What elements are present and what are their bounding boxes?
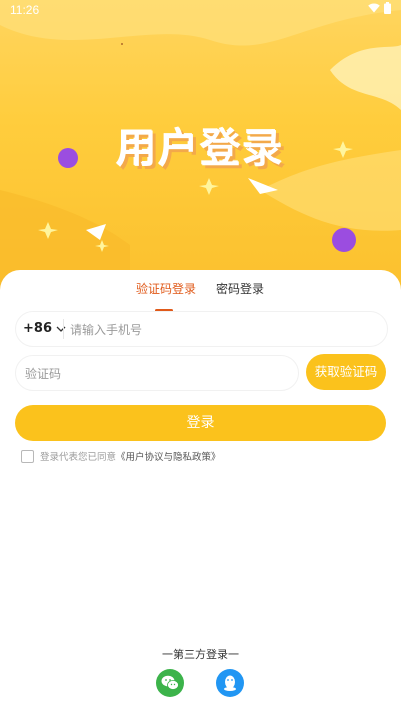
battery-icon	[384, 2, 391, 14]
phone-input-row: +86	[15, 311, 388, 347]
qq-icon	[224, 675, 236, 691]
wechat-icon	[161, 675, 179, 690]
code-input[interactable]	[23, 364, 287, 384]
chevron-down-icon	[56, 326, 66, 332]
get-code-button[interactable]: 获取验证码	[306, 354, 386, 390]
country-code-select[interactable]: +86	[23, 321, 66, 336]
agreement-row: 登录代表您已同意《用户协议与隐私政策》	[21, 449, 221, 463]
qq-login-button[interactable]	[216, 669, 244, 697]
login-tabs: 验证码登录 密码登录	[0, 280, 401, 312]
purple-dot	[332, 228, 356, 252]
divider	[63, 319, 64, 339]
status-bar: 11:26	[0, 0, 401, 22]
hero-banner: 用户登录	[0, 0, 401, 300]
phone-input[interactable]	[68, 320, 372, 340]
agreement-checkbox[interactable]	[21, 449, 34, 463]
hero-title: 用户登录	[116, 126, 285, 172]
agreement-link[interactable]: 《用户协议与隐私政策》	[116, 452, 221, 463]
third-party-title: 一第三方登录一	[162, 648, 239, 661]
country-code-value: +86	[23, 321, 52, 336]
wechat-login-button[interactable]	[156, 669, 184, 697]
tab-sms-login[interactable]: 验证码登录	[136, 280, 196, 297]
code-input-row	[15, 355, 299, 391]
sparkle-dot	[121, 43, 123, 45]
status-icons	[368, 2, 391, 14]
login-button[interactable]: 登录	[15, 405, 386, 441]
wifi-icon	[368, 3, 380, 13]
sparkle-icon	[199, 178, 219, 195]
status-time: 11:26	[10, 3, 40, 17]
tab-password-login[interactable]: 密码登录	[216, 280, 264, 297]
agreement-text: 登录代表您已同意	[40, 452, 117, 463]
